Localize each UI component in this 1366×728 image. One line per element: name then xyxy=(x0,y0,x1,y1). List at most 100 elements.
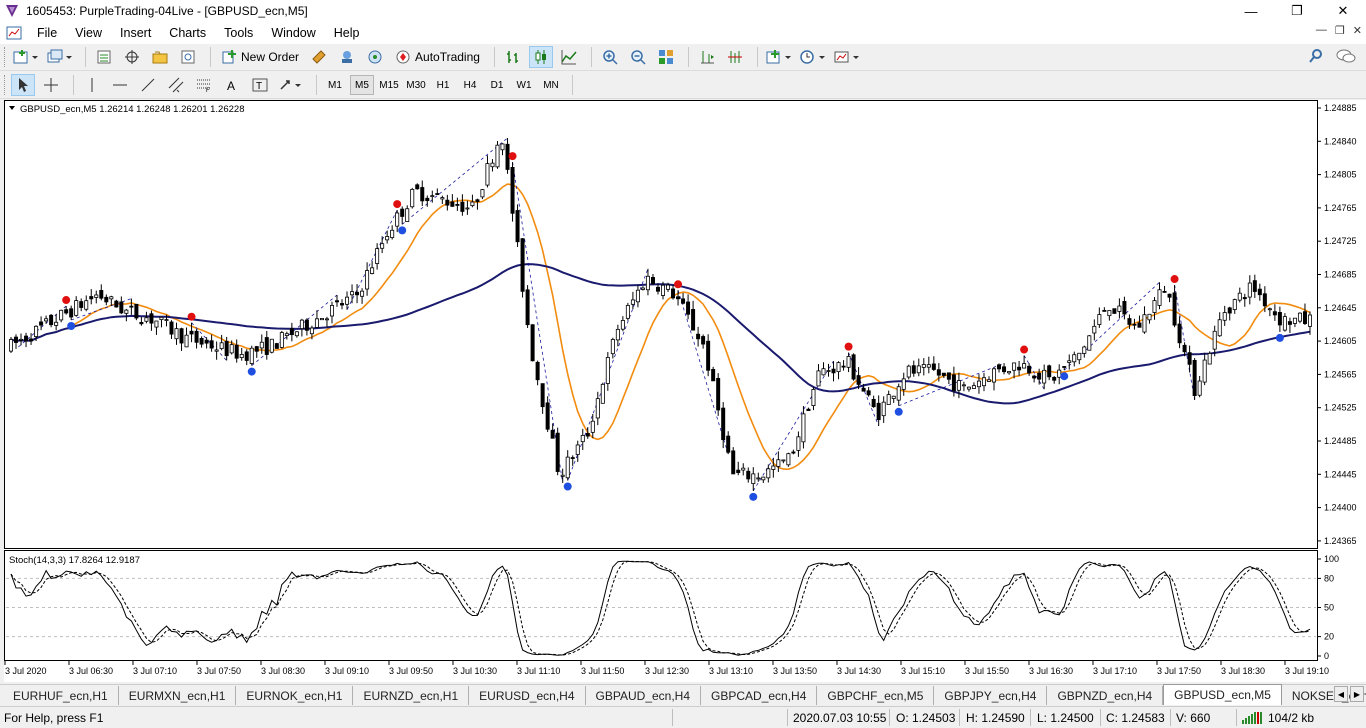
bar-chart-icon[interactable] xyxy=(501,46,525,68)
tab-gbpusd-ecn-m5[interactable]: GBPUSD_ecn,M5 xyxy=(1163,684,1282,705)
menu-help[interactable]: Help xyxy=(325,26,369,40)
minimize-button[interactable]: — xyxy=(1228,0,1274,22)
timeframe-h4[interactable]: H4 xyxy=(458,75,482,95)
new-order-button[interactable]: New Order xyxy=(217,46,303,68)
candle-body xyxy=(851,354,856,380)
autoscroll-icon[interactable] xyxy=(723,46,747,68)
candle-body xyxy=(1097,314,1102,325)
templates-button[interactable] xyxy=(832,46,862,68)
menu-window[interactable]: Window xyxy=(262,26,324,40)
data-window-icon[interactable] xyxy=(120,46,144,68)
market-watch-icon[interactable] xyxy=(92,46,116,68)
candle-body xyxy=(525,289,530,326)
candle-body xyxy=(1022,363,1027,369)
candle-body xyxy=(1287,321,1292,325)
candle-body xyxy=(415,184,420,190)
trendline-icon[interactable] xyxy=(136,74,160,96)
candle-body xyxy=(1167,293,1172,298)
candle-body xyxy=(896,386,901,401)
candle-body xyxy=(279,332,284,348)
mdi-restore-button[interactable]: ❐ xyxy=(1335,24,1345,37)
timeframe-m15[interactable]: M15 xyxy=(377,75,401,95)
candlestick-chart-icon[interactable] xyxy=(528,46,553,68)
sell-signal-dot xyxy=(393,200,402,209)
candle-body xyxy=(1112,308,1117,314)
autotrading-button[interactable]: AutoTrading xyxy=(391,46,484,68)
timeframe-m1[interactable]: M1 xyxy=(323,75,347,95)
zoom-out-icon[interactable] xyxy=(626,46,650,68)
candle-body xyxy=(69,308,74,318)
strategy-tester-icon[interactable] xyxy=(335,46,359,68)
price-chart[interactable]: 1.24885 1.24840 1.24805 1.24765 1.24725 1.246… xyxy=(4,100,1366,682)
tab-next-button[interactable]: ▶ xyxy=(1350,686,1364,702)
periods-button[interactable] xyxy=(798,46,828,68)
menu-tools[interactable]: Tools xyxy=(215,26,262,40)
tab-gbpcad-ecn-h4[interactable]: GBPCAD_ecn,H4 xyxy=(701,686,818,705)
vertical-line-icon[interactable] xyxy=(80,74,104,96)
cursor-icon[interactable] xyxy=(11,74,35,96)
candle-body xyxy=(239,354,244,358)
metaeditor-icon[interactable] xyxy=(307,46,331,68)
profiles-button[interactable] xyxy=(45,46,75,68)
chat-icon[interactable] xyxy=(1336,48,1356,64)
tab-eurusd-ecn-h4[interactable]: EURUSD_ecn,H4 xyxy=(469,686,586,705)
chart-window-icon[interactable] xyxy=(6,25,22,41)
timeframe-w1[interactable]: W1 xyxy=(512,75,536,95)
sell-signal-dot xyxy=(1170,275,1179,284)
timeframe-d1[interactable]: D1 xyxy=(485,75,509,95)
tab-eurmxn-ecn-h1[interactable]: EURMXN_ecn,H1 xyxy=(119,686,237,705)
arrows-button[interactable] xyxy=(276,74,306,96)
tab-eurnok-ecn-h1[interactable]: EURNOK_ecn,H1 xyxy=(236,686,354,705)
mdi-minimize-button[interactable]: — xyxy=(1316,24,1327,37)
terminal-icon[interactable] xyxy=(176,46,200,68)
price-tick-label: 1.24565 xyxy=(1324,369,1357,379)
menu-charts[interactable]: Charts xyxy=(160,26,215,40)
candle-body xyxy=(1162,290,1167,293)
sell-signal-dot xyxy=(1020,345,1029,354)
line-chart-icon[interactable] xyxy=(557,46,581,68)
candle-body xyxy=(334,300,339,303)
search-icon[interactable] xyxy=(1308,48,1324,64)
mdi-close-button[interactable]: ✕ xyxy=(1353,24,1362,37)
candle-body xyxy=(1072,354,1077,363)
tab-eurnzd-ecn-h1[interactable]: EURNZD_ecn,H1 xyxy=(353,686,470,705)
zoom-in-icon[interactable] xyxy=(598,46,622,68)
tab-gbpjpy-ecn-h4[interactable]: GBPJPY_ecn,H4 xyxy=(934,686,1048,705)
tab-gbpaud-ecn-h4[interactable]: GBPAUD_ecn,H4 xyxy=(586,686,702,705)
candle-body xyxy=(570,457,575,459)
signals-icon[interactable] xyxy=(363,46,387,68)
candle-body xyxy=(114,300,119,308)
close-button[interactable]: ✕ xyxy=(1320,0,1366,22)
timeframe-mn[interactable]: MN xyxy=(539,75,563,95)
new-chart-button[interactable] xyxy=(11,46,41,68)
candle-body xyxy=(234,344,239,359)
candle-body xyxy=(1182,344,1187,353)
horizontal-line-icon[interactable] xyxy=(108,74,132,96)
chart-window[interactable]: 1.24885 1.24840 1.24805 1.24765 1.24725 1.246… xyxy=(4,100,1366,682)
text-label-icon[interactable]: T xyxy=(248,74,272,96)
tab-gbpnzd-ecn-h4[interactable]: GBPNZD_ecn,H4 xyxy=(1047,686,1164,705)
status-close: C: 1.24583 xyxy=(1106,711,1165,725)
maximize-button[interactable]: ❐ xyxy=(1274,0,1320,22)
time-tick-label: 3 Jul 11:10 xyxy=(517,666,560,676)
equidistant-channel-icon[interactable] xyxy=(164,74,188,96)
tab-gbpchf-ecn-m5[interactable]: GBPCHF_ecn,M5 xyxy=(817,686,935,705)
candle-body xyxy=(365,270,370,290)
menu-insert[interactable]: Insert xyxy=(111,26,160,40)
timeframe-m30[interactable]: M30 xyxy=(404,75,428,95)
crosshair-icon[interactable] xyxy=(39,74,63,96)
timeframe-h1[interactable]: H1 xyxy=(431,75,455,95)
chart-shift-icon[interactable] xyxy=(695,46,719,68)
indicators-button[interactable] xyxy=(764,46,794,68)
timeframe-m5[interactable]: M5 xyxy=(350,75,374,95)
candle-body xyxy=(480,189,485,198)
candle-body xyxy=(1047,365,1052,378)
menu-view[interactable]: View xyxy=(66,26,111,40)
tile-windows-icon[interactable] xyxy=(654,46,678,68)
tab-eurhuf-ecn-h1[interactable]: EURHUF_ecn,H1 xyxy=(3,686,119,705)
tab-prev-button[interactable]: ◀ xyxy=(1334,686,1348,702)
menu-file[interactable]: File xyxy=(28,26,66,40)
navigator-icon[interactable] xyxy=(148,46,172,68)
fibonacci-icon[interactable]: F xyxy=(192,74,216,96)
text-icon[interactable]: A xyxy=(220,74,244,96)
